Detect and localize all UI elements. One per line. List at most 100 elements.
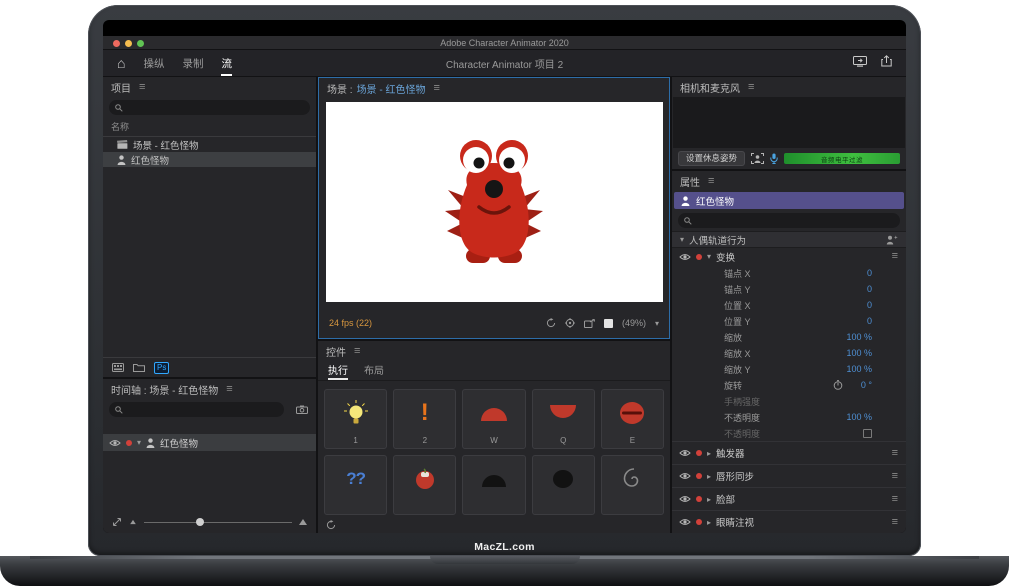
trigger-tile[interactable]: E — [601, 389, 664, 449]
arm-record-dot[interactable] — [696, 496, 702, 502]
property-value[interactable]: 0 — [867, 316, 872, 326]
timeline-zoom-slider[interactable] — [144, 522, 292, 523]
arm-record-dot[interactable] — [696, 473, 702, 479]
folder-icon[interactable] — [133, 363, 145, 372]
tab-rig[interactable]: 操纵 — [143, 50, 164, 76]
arm-record-dot[interactable] — [696, 254, 702, 260]
screen-stream-icon[interactable] — [853, 54, 867, 72]
share-export-icon[interactable] — [881, 54, 892, 72]
behavior-group-row[interactable]: ▸ 唇形同步 ≡ — [672, 464, 906, 487]
trigger-tile[interactable] — [532, 455, 595, 515]
camera-tracking-icon[interactable] — [751, 153, 764, 164]
chevron-down-icon[interactable]: ▾ — [655, 319, 659, 328]
zoom-in-icon[interactable] — [299, 519, 307, 525]
properties-search[interactable] — [678, 213, 900, 228]
project-item-puppet[interactable]: 红色怪物 — [103, 152, 316, 167]
group-menu-icon[interactable]: ≡ — [892, 251, 898, 262]
refresh-icon[interactable] — [546, 318, 556, 328]
footage-icon[interactable] — [112, 363, 124, 372]
eye-icon[interactable] — [679, 449, 691, 457]
eye-icon[interactable] — [679, 518, 691, 526]
behavior-group-row[interactable]: ▸ 脸部 ≡ — [672, 487, 906, 510]
home-icon[interactable]: ⌂ — [117, 56, 125, 70]
property-value[interactable]: 100 % — [846, 412, 872, 422]
fit-expand-icon[interactable] — [112, 517, 122, 527]
group-menu-icon[interactable]: ≡ — [892, 517, 898, 528]
group-menu-icon[interactable]: ≡ — [892, 494, 898, 505]
behaviors-section-header[interactable]: ▾ 人偶轨道行为 — [672, 231, 906, 248]
trigger-tile[interactable] — [601, 455, 664, 515]
slider-thumb[interactable] — [196, 518, 204, 526]
chevron-right-icon[interactable]: ▸ — [707, 495, 711, 504]
panel-menu-icon[interactable]: ≡ — [354, 346, 360, 357]
close-window-button[interactable] — [113, 40, 120, 47]
tab-record[interactable]: 录制 — [182, 50, 203, 76]
trigger-tile[interactable]: Q — [532, 389, 595, 449]
property-value[interactable]: 100 % — [846, 348, 872, 358]
property-value[interactable]: 100 % — [846, 364, 872, 374]
refresh-icon[interactable] — [326, 520, 336, 530]
laptop-frame: Adobe Character Animator 2020 ⌂ 操纵 录制 流 … — [88, 5, 921, 556]
tab-perform[interactable]: 执行 — [328, 361, 348, 380]
project-search-input[interactable] — [127, 103, 304, 113]
panel-menu-icon[interactable]: ≡ — [748, 82, 754, 93]
tab-stream[interactable]: 流 — [221, 50, 232, 76]
minimize-window-button[interactable] — [125, 40, 132, 47]
arm-record-dot[interactable] — [126, 440, 132, 446]
trigger-tile[interactable]: 1 — [324, 389, 387, 449]
eye-icon[interactable] — [679, 495, 691, 503]
add-behavior-icon[interactable] — [886, 235, 898, 245]
set-rest-pose-button[interactable]: 设置休息姿势 — [678, 151, 745, 166]
opacity-checkbox[interactable] — [863, 429, 872, 438]
trigger-tile[interactable] — [462, 455, 525, 515]
zoom-window-button[interactable] — [137, 40, 144, 47]
trigger-tile[interactable]: ?? — [324, 455, 387, 515]
trigger-tile[interactable]: W — [462, 389, 525, 449]
background-toggle-icon[interactable] — [604, 319, 613, 328]
panel-menu-icon[interactable]: ≡ — [708, 176, 714, 187]
zoom-level[interactable]: (49%) — [622, 318, 646, 328]
selected-puppet-bar[interactable]: 红色怪物 — [674, 192, 904, 209]
property-value[interactable]: 0 — [867, 268, 872, 278]
chevron-down-icon[interactable]: ▾ — [707, 252, 711, 261]
property-value[interactable]: 0 — [867, 300, 872, 310]
project-search[interactable] — [109, 100, 310, 115]
stopwatch-icon[interactable] — [833, 380, 843, 390]
snap-target-icon[interactable] — [565, 318, 575, 328]
trigger-tile[interactable]: ! 2 — [393, 389, 456, 449]
trigger-tile[interactable] — [393, 455, 456, 515]
behavior-group-row[interactable]: ▸ 触发器 ≡ — [672, 441, 906, 464]
property-value[interactable]: 100 % — [846, 332, 872, 342]
photoshop-icon[interactable]: Ps — [154, 362, 169, 374]
panel-menu-icon[interactable]: ≡ — [226, 384, 232, 395]
chevron-right-icon[interactable]: ▸ — [707, 449, 711, 458]
chevron-right-icon[interactable]: ▸ — [707, 472, 711, 481]
timeline-search-input[interactable] — [127, 405, 278, 415]
timeline-search[interactable] — [109, 402, 284, 417]
properties-search-input[interactable] — [696, 216, 894, 226]
chevron-right-icon[interactable]: ▸ — [707, 518, 711, 527]
chevron-down-icon[interactable]: ▾ — [680, 235, 684, 244]
microphone-icon[interactable] — [770, 153, 778, 164]
transform-group-header[interactable]: ▾ 变换 ≡ — [672, 248, 906, 265]
chevron-down-icon[interactable]: ▾ — [137, 438, 141, 447]
group-menu-icon[interactable]: ≡ — [892, 471, 898, 482]
group-menu-icon[interactable]: ≡ — [892, 448, 898, 459]
panel-menu-icon[interactable]: ≡ — [139, 82, 145, 93]
panel-menu-icon[interactable]: ≡ — [433, 83, 439, 94]
timeline-track-row[interactable]: ▾ 红色怪物 — [103, 434, 316, 451]
arm-record-dot[interactable] — [696, 450, 702, 456]
arm-record-dot[interactable] — [696, 519, 702, 525]
eye-icon[interactable] — [679, 472, 691, 480]
scene-canvas[interactable] — [326, 102, 663, 302]
behavior-group-row[interactable]: ▸ 眼睛注视 ≡ — [672, 510, 906, 533]
tab-layout[interactable]: 布局 — [364, 361, 384, 380]
project-item-scene[interactable]: 场景 - 红色怪物 — [103, 137, 316, 152]
property-value[interactable]: 0 — [867, 284, 872, 294]
popout-icon[interactable] — [584, 319, 595, 328]
zoom-out-icon[interactable] — [130, 520, 136, 524]
eye-icon[interactable] — [109, 439, 121, 447]
snapshot-camera-icon[interactable] — [296, 405, 308, 414]
property-value[interactable]: 0 ° — [861, 380, 872, 390]
eye-icon[interactable] — [679, 253, 691, 261]
